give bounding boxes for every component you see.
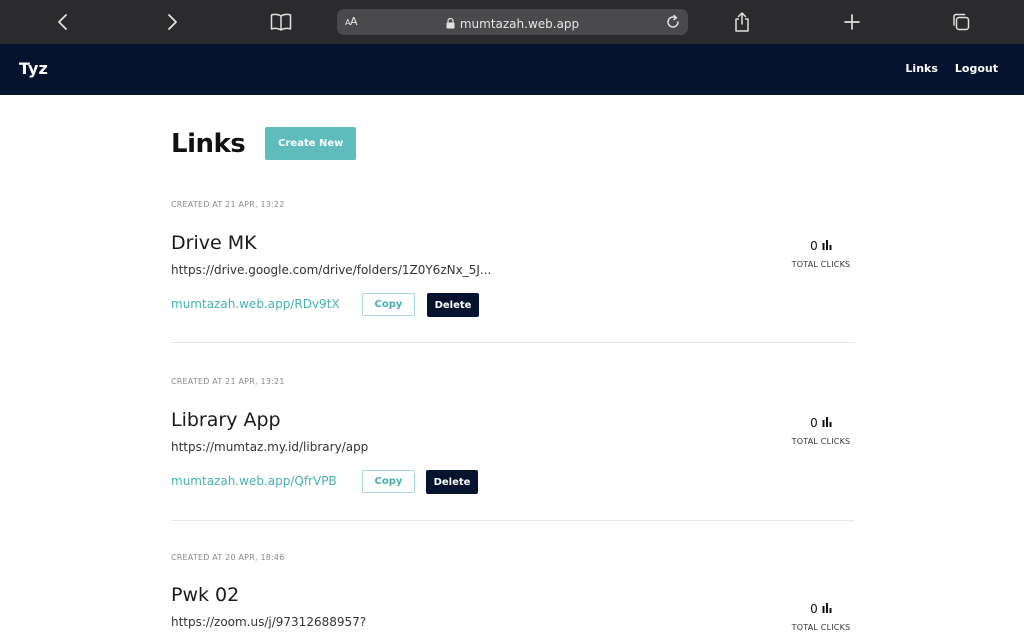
tabs-overview-icon[interactable] (947, 8, 975, 36)
share-icon[interactable] (728, 8, 756, 36)
click-stats: 0 TOTAL CLICKS (788, 412, 854, 446)
total-clicks-label: TOTAL CLICKS (791, 260, 851, 269)
forward-icon[interactable] (158, 8, 186, 36)
bar-chart-icon (822, 602, 832, 616)
click-count: 0 (810, 602, 818, 616)
click-count: 0 (810, 416, 818, 430)
brand-logo[interactable]: Tyz (19, 59, 48, 78)
browser-toolbar: AA mumtazah.web.app (0, 0, 1024, 44)
created-date: CREATED AT 21 APR, 13:21 (171, 377, 285, 386)
created-date: CREATED AT 20 APR, 18:46 (171, 553, 285, 562)
bookmarks-icon[interactable] (267, 8, 295, 36)
address-bar[interactable]: AA mumtazah.web.app (337, 9, 688, 35)
link-card: CREATED AT 21 APR, 13:21 Library App htt… (171, 272, 854, 521)
bar-chart-icon (822, 416, 832, 430)
bar-chart-icon (822, 239, 832, 253)
back-icon[interactable] (49, 8, 77, 36)
created-date: CREATED AT 21 APR, 13:22 (171, 200, 285, 209)
click-stats: 0 TOTAL CLICKS (788, 598, 854, 632)
lock-icon (446, 14, 455, 33)
total-clicks-label: TOTAL CLICKS (791, 623, 851, 632)
nav-link-logout[interactable]: Logout (955, 62, 998, 75)
click-count: 0 (810, 239, 818, 253)
reload-icon[interactable] (664, 13, 682, 35)
link-card: CREATED AT 20 APR, 18:46 Pwk 02 https://… (171, 448, 854, 632)
url-text[interactable]: mumtazah.web.app (460, 17, 579, 31)
click-stats: 0 TOTAL CLICKS (788, 235, 854, 269)
link-title: Drive MK (171, 232, 257, 254)
link-title: Library App (171, 409, 281, 431)
original-url: https://zoom.us/j/97312688957? (171, 615, 367, 629)
new-tab-icon[interactable] (838, 8, 866, 36)
app-navbar: Tyz Links Logout (0, 44, 1024, 95)
link-card: CREATED AT 21 APR, 13:22 Drive MK https:… (171, 95, 854, 343)
link-title: Pwk 02 (171, 584, 240, 606)
nav-link-links[interactable]: Links (905, 62, 937, 75)
nav-links: Links Logout (905, 62, 998, 75)
total-clicks-label: TOTAL CLICKS (791, 437, 851, 446)
